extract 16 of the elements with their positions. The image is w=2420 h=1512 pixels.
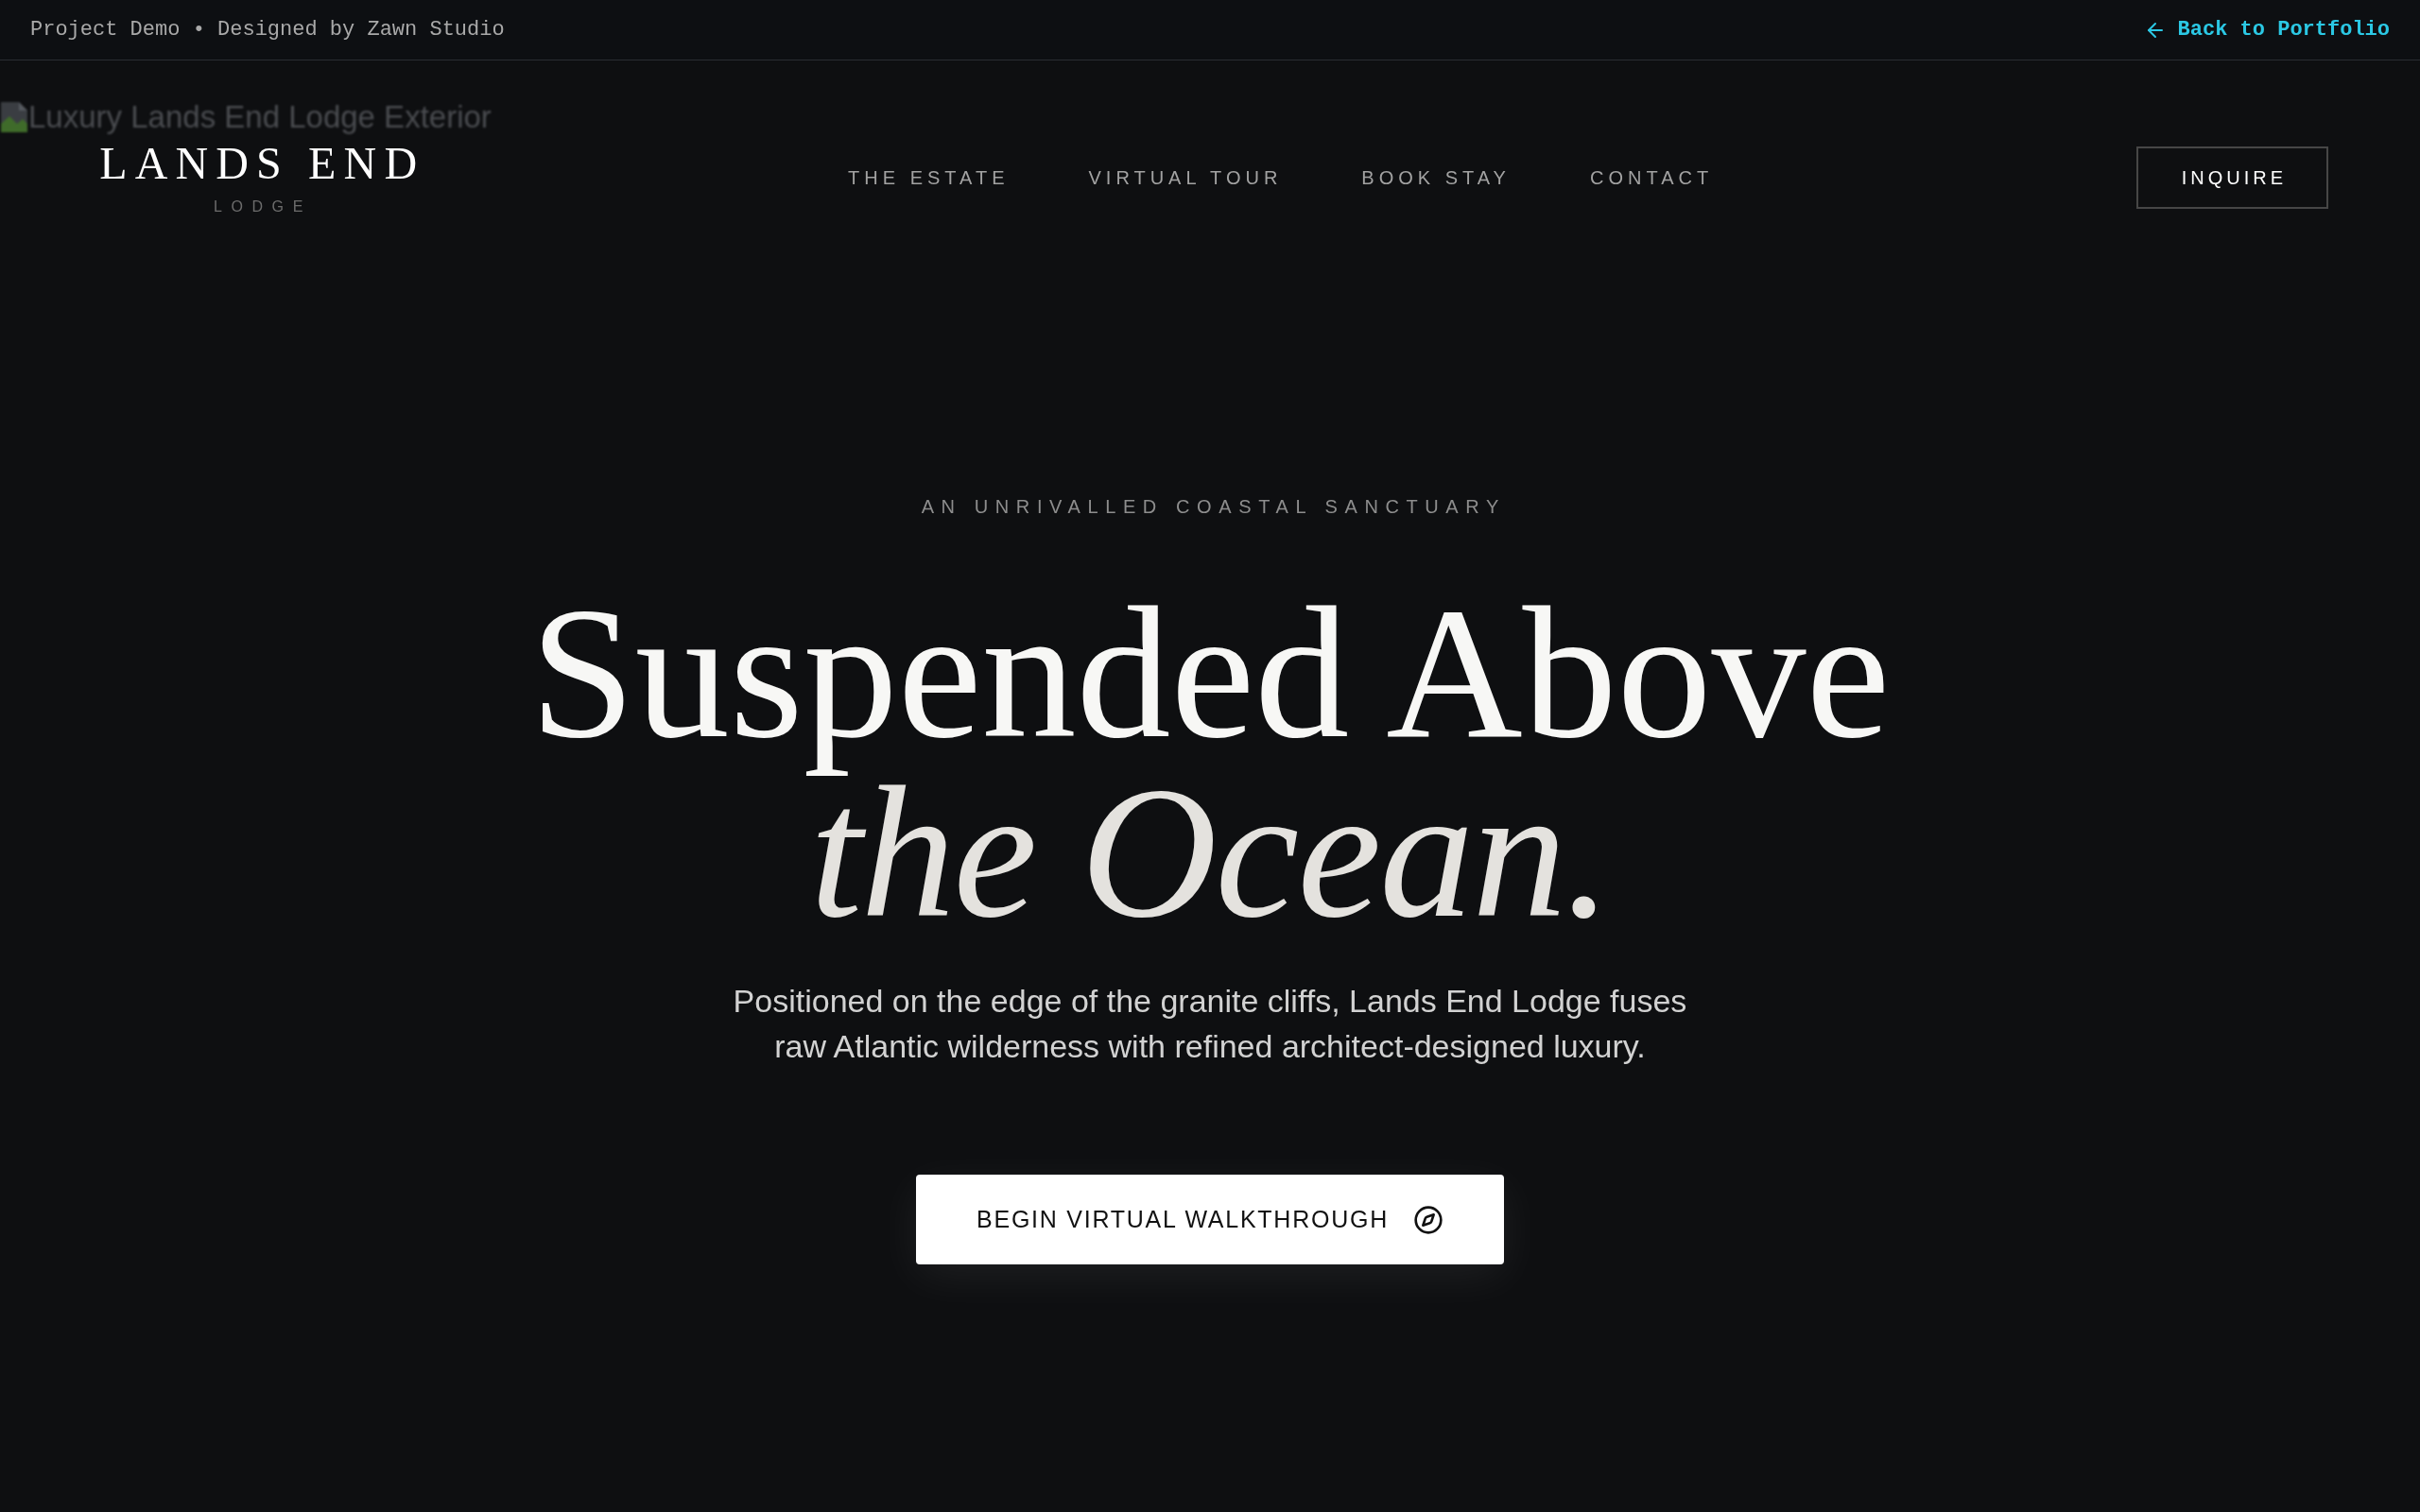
logo-title: LANDS END	[98, 141, 425, 186]
description-text: Positioned on the edge of the granite cliffs, Lands End Lodge fuses raw Atlantic wilderness with refined architect-designed luxury.	[732, 982, 1688, 1066]
headline-text: Suspended Above	[529, 567, 1891, 779]
credit-text: Project Demo • Designed by Zawn Studio	[30, 17, 505, 43]
nav-link[interactable]: CONTACT	[1589, 163, 1714, 192]
headline-italic-text: the Ocean.	[809, 779, 1611, 926]
nav-link[interactable]: THE ESTATE	[848, 163, 1010, 192]
nav-link[interactable]: BOOK STAY	[1361, 163, 1511, 192]
nav-link[interactable]: VIRTUAL TOUR	[1088, 163, 1283, 192]
back-to-portfolio-link[interactable]: Back to Portfolio	[2143, 14, 2390, 45]
kicker-text: AN UNRIVALLED COASTAL SANCTUARY	[920, 495, 1506, 519]
logo-subtitle: LODGE	[212, 199, 312, 215]
broken-image-icon	[0, 101, 28, 133]
inquire-button[interactable]: INQUIRE	[2136, 146, 2328, 209]
compass-icon	[1412, 1204, 1443, 1235]
begin-walkthrough-button[interactable]: BEGIN VIRTUAL WALKTHROUGH	[916, 1175, 1504, 1264]
